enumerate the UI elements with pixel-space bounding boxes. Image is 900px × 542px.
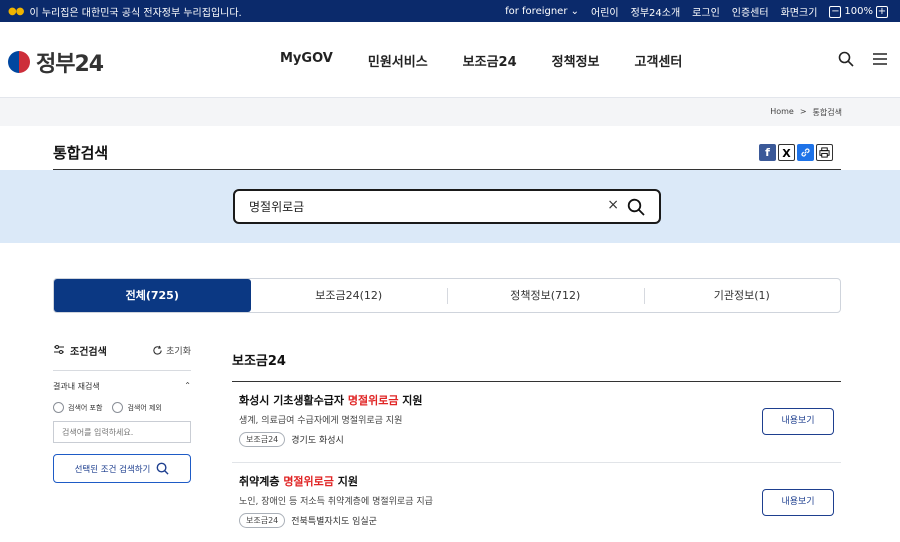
gov-notice-bar: ●● 이 누리집은 대한민국 공식 전자정부 누리집입니다. for forei… — [0, 0, 900, 22]
chevron-down-icon: ⌄ — [570, 6, 580, 17]
category-tag: 보조금24 — [239, 432, 286, 447]
share-buttons: f X — [759, 144, 833, 161]
filter-title: 조건검색 — [53, 343, 107, 358]
result-tabs: 전체(725) 보조금24(12) 정책정보(712) 기관정보(1) — [53, 278, 841, 313]
kids-link[interactable]: 어린이 — [591, 4, 619, 19]
foreigner-link[interactable]: for foreigner ⌄ — [505, 6, 579, 17]
cert-center-link[interactable]: 인증센터 — [732, 4, 769, 19]
search-submit-icon[interactable] — [627, 198, 645, 216]
zoom-value: 100% — [844, 6, 873, 17]
result-meta: 보조금24 경기도 화성시 — [239, 432, 841, 447]
radio-exclude[interactable]: 검색어 제외 — [112, 402, 162, 413]
reset-button[interactable]: 초기화 — [152, 344, 191, 357]
result-desc: 생계, 의료급여 수급자에게 명절위로금 지원 — [239, 416, 403, 426]
zoom-in-button[interactable]: + — [876, 5, 888, 18]
facebook-share-icon[interactable]: f — [759, 144, 776, 161]
refresh-icon — [153, 345, 162, 355]
research-section-header[interactable]: 결과내 재검색 ⌃ — [53, 381, 191, 392]
result-title[interactable]: 화성시 기초생활수급자 명절위로금 지원 — [239, 392, 841, 408]
tab-policy-info[interactable]: 정책정보(712) — [447, 279, 644, 312]
result-meta: 보조금24 전북특별자치도 임실군 — [239, 513, 841, 528]
nav-mygov[interactable]: MyGOV — [280, 51, 333, 70]
search-input[interactable] — [249, 199, 589, 213]
foreigner-label: for foreigner — [505, 6, 568, 17]
result-title-pre: 화성시 기초생활수급자 — [239, 394, 348, 407]
breadcrumb-home[interactable]: Home — [770, 107, 794, 118]
breadcrumb-separator: > — [799, 107, 807, 116]
nav-policy-info[interactable]: 정책정보 — [552, 51, 600, 70]
chevron-up-icon: ⌃ — [184, 381, 191, 390]
results-section: 보조금24 화성시 기초생활수급자 명절위로금 지원 생계, 의료급여 수급자에… — [232, 350, 841, 542]
radio-exclude-dot — [112, 402, 124, 413]
reset-label: 초기화 — [166, 346, 191, 357]
radio-include-label: 검색어 포함 — [68, 403, 103, 412]
result-title-highlight: 명절위로금 — [347, 394, 399, 407]
x-share-icon[interactable]: X — [778, 144, 795, 161]
nav-civil-service[interactable]: 민원서비스 — [368, 51, 428, 70]
category-tag: 보조금24 — [239, 513, 286, 528]
apply-filter-button[interactable]: 선택된 조건 검색하기 — [53, 454, 191, 483]
main-nav: MyGOV 민원서비스 보조금24 정책정보 고객센터 — [280, 51, 682, 70]
link-copy-icon[interactable] — [797, 144, 814, 161]
nav-subsidy24[interactable]: 보조금24 — [463, 51, 517, 70]
result-desc: 노인, 장애인 등 저소득 취약계층에 명절위로금 지급 — [239, 497, 433, 507]
research-section-title: 결과내 재검색 — [53, 382, 100, 391]
print-icon[interactable] — [816, 144, 833, 161]
nav-customer-center[interactable]: 고객센터 — [635, 51, 683, 70]
tab-agency-info[interactable]: 기관정보(1) — [643, 279, 841, 312]
result-title-highlight: 명절위로금 — [283, 475, 334, 488]
view-details-button[interactable]: 내용보기 — [762, 489, 834, 516]
clear-icon[interactable]: × — [607, 197, 619, 213]
tab-subsidy24[interactable]: 보조금24(12) — [251, 279, 448, 312]
radio-include-dot — [53, 402, 64, 413]
search-icon — [156, 462, 169, 475]
apply-filter-label: 선택된 조건 검색하기 — [74, 464, 151, 475]
screen-size-label: 화면크기 — [780, 8, 818, 19]
search-icon[interactable] — [838, 51, 854, 67]
site-header: 정부24 MyGOV 민원서비스 보조금24 정책정보 고객센터 — [0, 22, 900, 98]
research-input[interactable] — [53, 421, 191, 443]
taegeuk-emblem-icon — [8, 51, 30, 73]
result-title-post: 지원 — [333, 475, 358, 488]
result-title-post: 지원 — [398, 394, 423, 407]
view-details-button[interactable]: 내용보기 — [762, 408, 834, 435]
header-icons — [838, 51, 888, 67]
result-org: 경기도 화성시 — [291, 436, 344, 446]
result-item: 화성시 기초생활수급자 명절위로금 지원 생계, 의료급여 수급자에게 명절위로… — [232, 382, 841, 463]
about-link[interactable]: 정부24소개 — [631, 4, 681, 19]
result-title[interactable]: 취약계층 명절위로금 지원 — [239, 473, 841, 489]
zoom-out-button[interactable]: − — [829, 5, 842, 18]
sliders-icon — [54, 345, 64, 354]
result-org: 전북특별자치도 임실군 — [291, 517, 377, 527]
search-box: × — [233, 189, 661, 224]
keyword-mode-radios: 검색어 포함 검색어 제외 — [53, 402, 191, 413]
filter-title-text: 조건검색 — [70, 346, 107, 358]
site-logo[interactable]: 정부24 — [8, 46, 104, 78]
tab-all[interactable]: 전체(725) — [54, 279, 251, 312]
page-title: 통합검색 — [53, 144, 109, 162]
breadcrumb-current: 통합검색 — [812, 108, 842, 117]
gov-notice-text: 이 누리집은 대한민국 공식 전자정부 누리집입니다. — [29, 8, 242, 19]
utility-links: for foreigner ⌄ 어린이 정부24소개 로그인 인증센터 화면크기… — [505, 4, 888, 19]
condition-filter: 조건검색 초기화 결과내 재검색 ⌃ 검색어 포함 검색어 제외 선택된 조건 … — [53, 345, 191, 483]
result-item: 취약계층 명절위로금 지원 노인, 장애인 등 저소득 취약계층에 명절위로금 … — [232, 463, 841, 542]
result-title-pre: 취약계층 — [239, 475, 284, 488]
gov-mark-icon: ●● — [8, 6, 24, 17]
login-link[interactable]: 로그인 — [692, 4, 720, 19]
gov-notice: ●● 이 누리집은 대한민국 공식 전자정부 누리집입니다. — [8, 4, 242, 19]
filter-header: 조건검색 초기화 — [53, 345, 191, 371]
results-heading: 보조금24 — [232, 350, 841, 382]
zoom-control: − 100% + — [829, 5, 888, 18]
page-title-row: 통합검색 f X — [53, 142, 841, 170]
breadcrumb: Home > 통합검색 — [770, 107, 842, 118]
radio-include[interactable]: 검색어 포함 — [53, 402, 102, 413]
menu-icon[interactable] — [872, 51, 888, 67]
breadcrumb-bar: Home > 통합검색 — [0, 98, 900, 126]
logo-text: 정부24 — [36, 52, 104, 77]
radio-exclude-label: 검색어 제외 — [127, 403, 162, 412]
